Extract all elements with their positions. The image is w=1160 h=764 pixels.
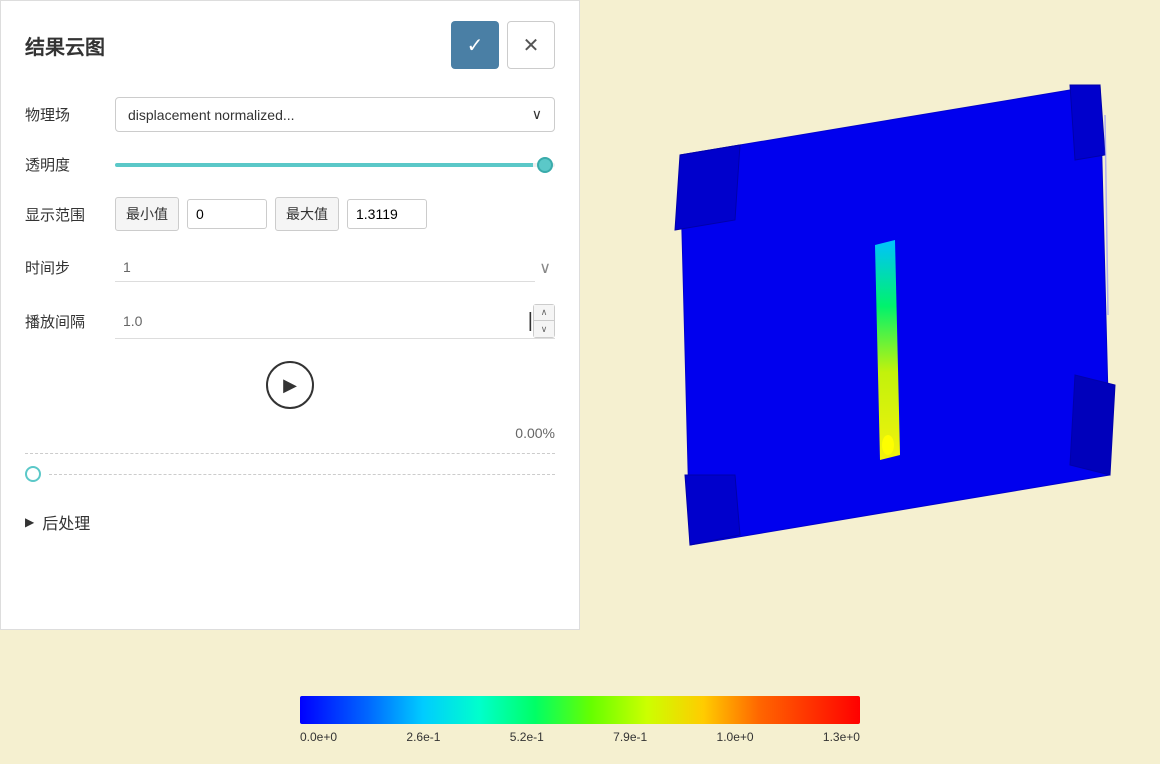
timestep-row: 时间步 1 ∨	[25, 253, 555, 282]
colorbar	[300, 696, 860, 724]
transparency-control	[115, 155, 555, 175]
slider-thumb[interactable]	[537, 157, 553, 173]
interval-value: 1.0	[115, 307, 528, 335]
spinner-up-button[interactable]: ∧	[534, 305, 554, 321]
results-panel: 结果云图 ✓ ✕ 物理场 displacement normalized... …	[0, 0, 580, 630]
post-processing-label: 后处理	[42, 510, 90, 534]
display-range-control: 最小值 最大值	[115, 197, 555, 231]
panel-title: 结果云图	[25, 31, 105, 60]
colorbar-label-4: 1.0e+0	[717, 730, 754, 744]
timestep-dropdown-icon[interactable]: ∨	[535, 254, 555, 282]
play-button[interactable]: ▶	[266, 361, 314, 409]
3d-view-area	[580, 0, 1160, 630]
circle-indicator	[25, 466, 41, 482]
physics-field-value: displacement normalized...	[128, 107, 295, 123]
plate-top-right	[1070, 85, 1105, 160]
plate-bottom-left-notch	[685, 475, 740, 545]
dashed-separator	[49, 474, 555, 475]
slider-track	[115, 163, 555, 167]
colorbar-label-3: 7.9e-1	[613, 730, 647, 744]
min-label: 最小值	[115, 197, 179, 231]
play-section: ▶	[25, 361, 555, 409]
plate-right-notch	[1070, 375, 1115, 475]
plate-top-left-notch	[675, 145, 740, 230]
transparency-label: 透明度	[25, 154, 115, 175]
dropdown-arrow-icon: ∨	[532, 106, 542, 123]
play-icon: ▶	[283, 375, 297, 396]
interval-row: 播放间隔 1.0 | ∧ ∨	[25, 304, 555, 339]
post-arrow-icon[interactable]: ▶	[25, 515, 34, 529]
physics-field-dropdown[interactable]: displacement normalized... ∨	[115, 97, 555, 132]
timestep-label: 时间步	[25, 257, 115, 278]
post-processing-section: ▶ 后处理	[25, 494, 555, 550]
3d-model-svg	[580, 0, 1160, 630]
interval-selector: 1.0 | ∧ ∨	[115, 304, 555, 339]
colorbar-label-1: 2.6e-1	[406, 730, 440, 744]
display-range-row: 显示范围 最小值 最大值	[25, 197, 555, 231]
transparency-slider[interactable]	[115, 155, 555, 175]
timestep-value: 1	[115, 253, 535, 282]
max-label: 最大值	[275, 197, 339, 231]
close-icon: ✕	[523, 33, 540, 58]
spinner-down-button[interactable]: ∨	[534, 321, 554, 337]
colorbar-label-2: 5.2e-1	[510, 730, 544, 744]
max-value-input[interactable]	[347, 199, 427, 229]
interval-control: 1.0 | ∧ ∨	[115, 304, 555, 339]
interval-spinner: ∧ ∨	[533, 304, 555, 338]
physics-field-label: 物理场	[25, 104, 115, 125]
timestep-control: 1 ∨	[115, 253, 555, 282]
physics-field-row: 物理场 displacement normalized... ∨	[25, 97, 555, 132]
interval-label: 播放间隔	[25, 311, 115, 332]
progress-value: 0.00%	[515, 425, 555, 441]
progress-row: 0.00%	[25, 425, 555, 441]
physics-field-control: displacement normalized... ∨	[115, 97, 555, 132]
circle-row	[25, 453, 555, 482]
min-value-input[interactable]	[187, 199, 267, 229]
display-range-label: 显示范围	[25, 204, 115, 225]
colorbar-labels: 0.0e+0 2.6e-1 5.2e-1 7.9e-1 1.0e+0 1.3e+…	[300, 730, 860, 744]
transparency-row: 透明度	[25, 154, 555, 175]
cancel-button[interactable]: ✕	[507, 21, 555, 69]
header-buttons: ✓ ✕	[451, 21, 555, 69]
confirm-button[interactable]: ✓	[451, 21, 499, 69]
crack-bright-spot	[882, 435, 894, 455]
colorbar-label-5: 1.3e+0	[823, 730, 860, 744]
range-inputs: 最小值 最大值	[115, 197, 555, 231]
panel-header: 结果云图 ✓ ✕	[25, 21, 555, 69]
colorbar-label-0: 0.0e+0	[300, 730, 337, 744]
check-icon: ✓	[467, 33, 484, 58]
colorbar-section: 0.0e+0 2.6e-1 5.2e-1 7.9e-1 1.0e+0 1.3e+…	[300, 696, 860, 744]
timestep-selector: 1 ∨	[115, 253, 555, 282]
